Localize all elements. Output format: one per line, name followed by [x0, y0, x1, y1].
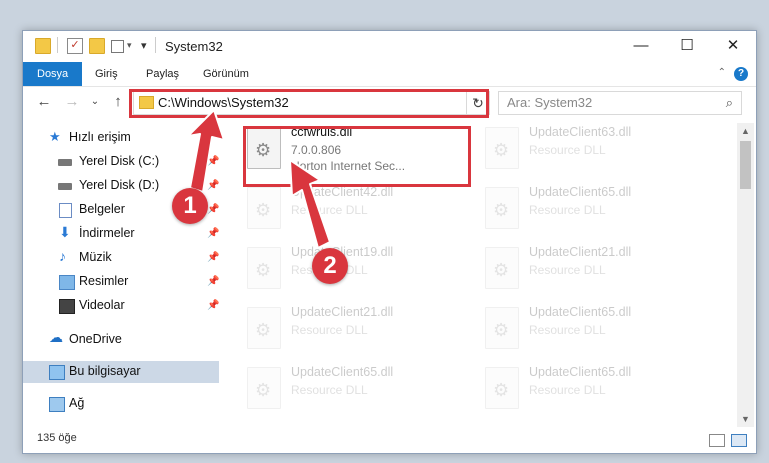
- arrow-to-address-bar: [187, 109, 225, 193]
- annotation-arrows: [187, 109, 331, 249]
- step-1-badge: 1: [172, 188, 208, 224]
- arrow-to-file: [289, 159, 331, 249]
- step-2-badge: 2: [312, 248, 348, 284]
